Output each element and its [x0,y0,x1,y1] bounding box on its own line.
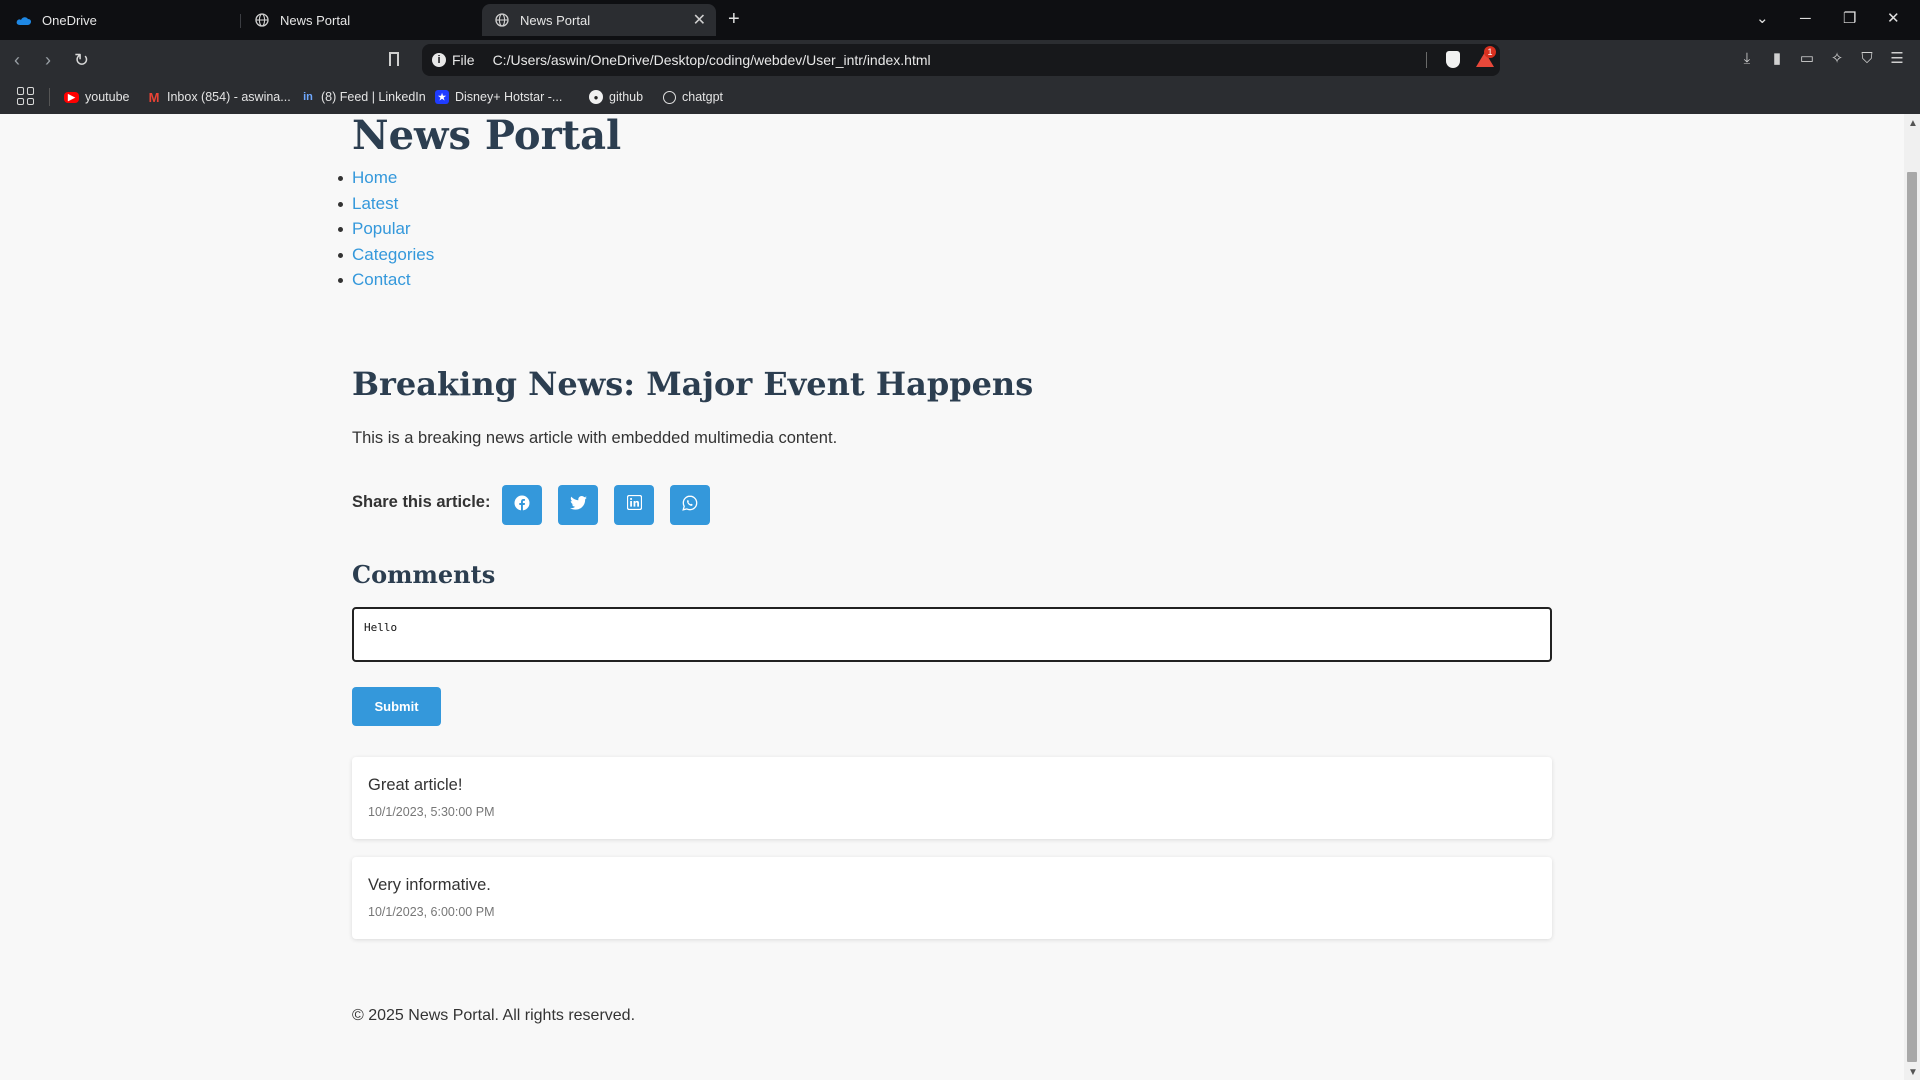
menu-icon[interactable]: ☰ [1888,50,1906,68]
share-twitter-button[interactable] [558,485,598,525]
brave-shields-icon[interactable] [1446,51,1460,68]
leo-ai-icon[interactable]: ✧ [1828,50,1846,68]
facebook-icon [514,495,530,516]
forward-icon[interactable]: › [45,50,51,70]
tab-title: News Portal [280,12,351,28]
tab-news-portal[interactable]: News Portal [242,4,468,36]
share-whatsapp-button[interactable] [670,485,710,525]
comment-input[interactable] [352,607,1552,662]
bookmark-gmail[interactable]: M Inbox (854) - aswina... [147,88,291,106]
bookmark-label: github [609,90,644,104]
wallet-icon[interactable]: ▭ [1798,50,1816,68]
comments-title: Comments [352,560,496,589]
bookmark-icon[interactable] [389,52,399,66]
bookmark-label: Disney+ Hotstar -... [455,90,563,104]
tab-title: OneDrive [42,12,97,28]
share-linkedin-button[interactable] [614,485,654,525]
bookmark-youtube[interactable]: ▶ youtube [64,88,129,106]
bookmarks-divider [49,88,50,106]
nav-item-contact: Contact [337,270,434,296]
minimize-icon[interactable]: ─ [1800,10,1811,28]
page-scrollbar[interactable]: ▲ ▼ [1904,114,1920,1080]
nav-link-popular[interactable]: Popular [352,219,411,238]
info-icon[interactable]: i [432,53,446,67]
share-facebook-button[interactable] [502,485,542,525]
tab-title: News Portal [520,12,591,28]
nav-item-latest: Latest [337,194,434,220]
bookmark-label: (8) Feed | LinkedIn [321,90,426,104]
comment-timestamp: 10/1/2023, 6:00:00 PM [368,905,495,919]
nav-link-contact[interactable]: Contact [352,270,411,289]
comment-text: Great article! [368,776,463,794]
bookmark-label: Inbox (854) - aswina... [167,90,291,104]
nav-item-home: Home [337,168,434,194]
close-window-icon[interactable]: ✕ [1887,10,1900,28]
bookmark-hotstar[interactable]: ★ Disney+ Hotstar -... [435,88,562,106]
whatsapp-icon [682,495,698,516]
article-title: Breaking News: Major Event Happens [352,365,1034,403]
new-tab-icon[interactable]: + [728,9,740,29]
tab-news-portal-active[interactable]: News Portal ✕ [482,4,716,36]
page-viewport: News Portal Home Latest Popular Categori… [0,114,1904,1080]
article-body: This is a breaking news article with emb… [352,429,838,447]
globe-icon [494,12,510,28]
comment-item: Very informative. 10/1/2023, 6:00:00 PM [352,857,1552,939]
main-nav: Home Latest Popular Categories Contact [337,168,434,296]
linkedin-icon [626,494,642,515]
back-icon[interactable]: ‹ [14,50,20,70]
nav-link-categories[interactable]: Categories [352,245,434,264]
globe-icon [254,12,270,28]
apps-grid-icon[interactable] [17,87,35,105]
rewards-badge: 1 [1484,46,1496,58]
site-title: News Portal [352,114,622,159]
url-text[interactable]: C:/Users/aswin/OneDrive/Desktop/coding/w… [493,52,931,68]
tab-divider [240,14,241,28]
tab-list-chevron-icon[interactable]: ⌄ [1756,10,1769,28]
nav-item-categories: Categories [337,245,434,271]
share-label: Share this article: [352,493,491,511]
bookmark-label: youtube [85,90,130,104]
download-icon[interactable]: ⤓ [1738,50,1756,68]
nav-link-latest[interactable]: Latest [352,194,398,213]
scrollbar-thumb[interactable] [1907,172,1917,1062]
bookmark-linkedin[interactable]: in (8) Feed | LinkedIn [301,88,426,106]
gmail-icon: M [148,89,160,105]
github-icon: ● [589,90,603,104]
bookmark-github[interactable]: ● github [589,88,643,106]
scheme-label: File [452,52,475,68]
scroll-down-icon[interactable]: ▼ [1908,1067,1918,1078]
bookmark-label: chatgpt [682,90,724,104]
close-tab-icon[interactable]: ✕ [693,10,706,30]
youtube-icon: ▶ [64,91,79,103]
hotstar-icon: ★ [435,90,449,104]
browser-tab-bar: OneDrive News Portal News Portal ✕ + ⌄ ─… [0,0,1920,40]
scroll-up-icon[interactable]: ▲ [1908,118,1918,129]
nav-link-home[interactable]: Home [352,168,397,187]
comment-text: Very informative. [368,876,491,894]
twitter-icon [569,495,587,515]
linkedin-icon: in [303,91,313,103]
nav-item-popular: Popular [337,219,434,245]
tab-onedrive[interactable]: OneDrive [4,4,230,36]
restore-icon[interactable]: ❐ [1843,10,1856,28]
browser-toolbar: ‹ › ↻ i File C:/Users/aswin/OneDrive/Des… [0,40,1920,80]
chatgpt-icon [663,90,676,104]
footer-copyright: © 2025 News Portal. All rights reserved. [352,1007,636,1024]
address-divider [1426,52,1427,68]
bookmark-chatgpt[interactable]: chatgpt [663,88,723,106]
submit-comment-button[interactable]: Submit [352,687,441,726]
onedrive-icon [16,12,32,28]
comment-timestamp: 10/1/2023, 5:30:00 PM [368,805,495,819]
vpn-shield-icon[interactable]: ⛉ [1858,50,1876,68]
reload-icon[interactable]: ↻ [74,50,89,70]
address-bar[interactable]: i File C:/Users/aswin/OneDrive/Desktop/c… [422,44,1500,76]
comment-item: Great article! 10/1/2023, 5:30:00 PM [352,757,1552,839]
sidebar-icon[interactable]: ▮ [1768,50,1786,68]
